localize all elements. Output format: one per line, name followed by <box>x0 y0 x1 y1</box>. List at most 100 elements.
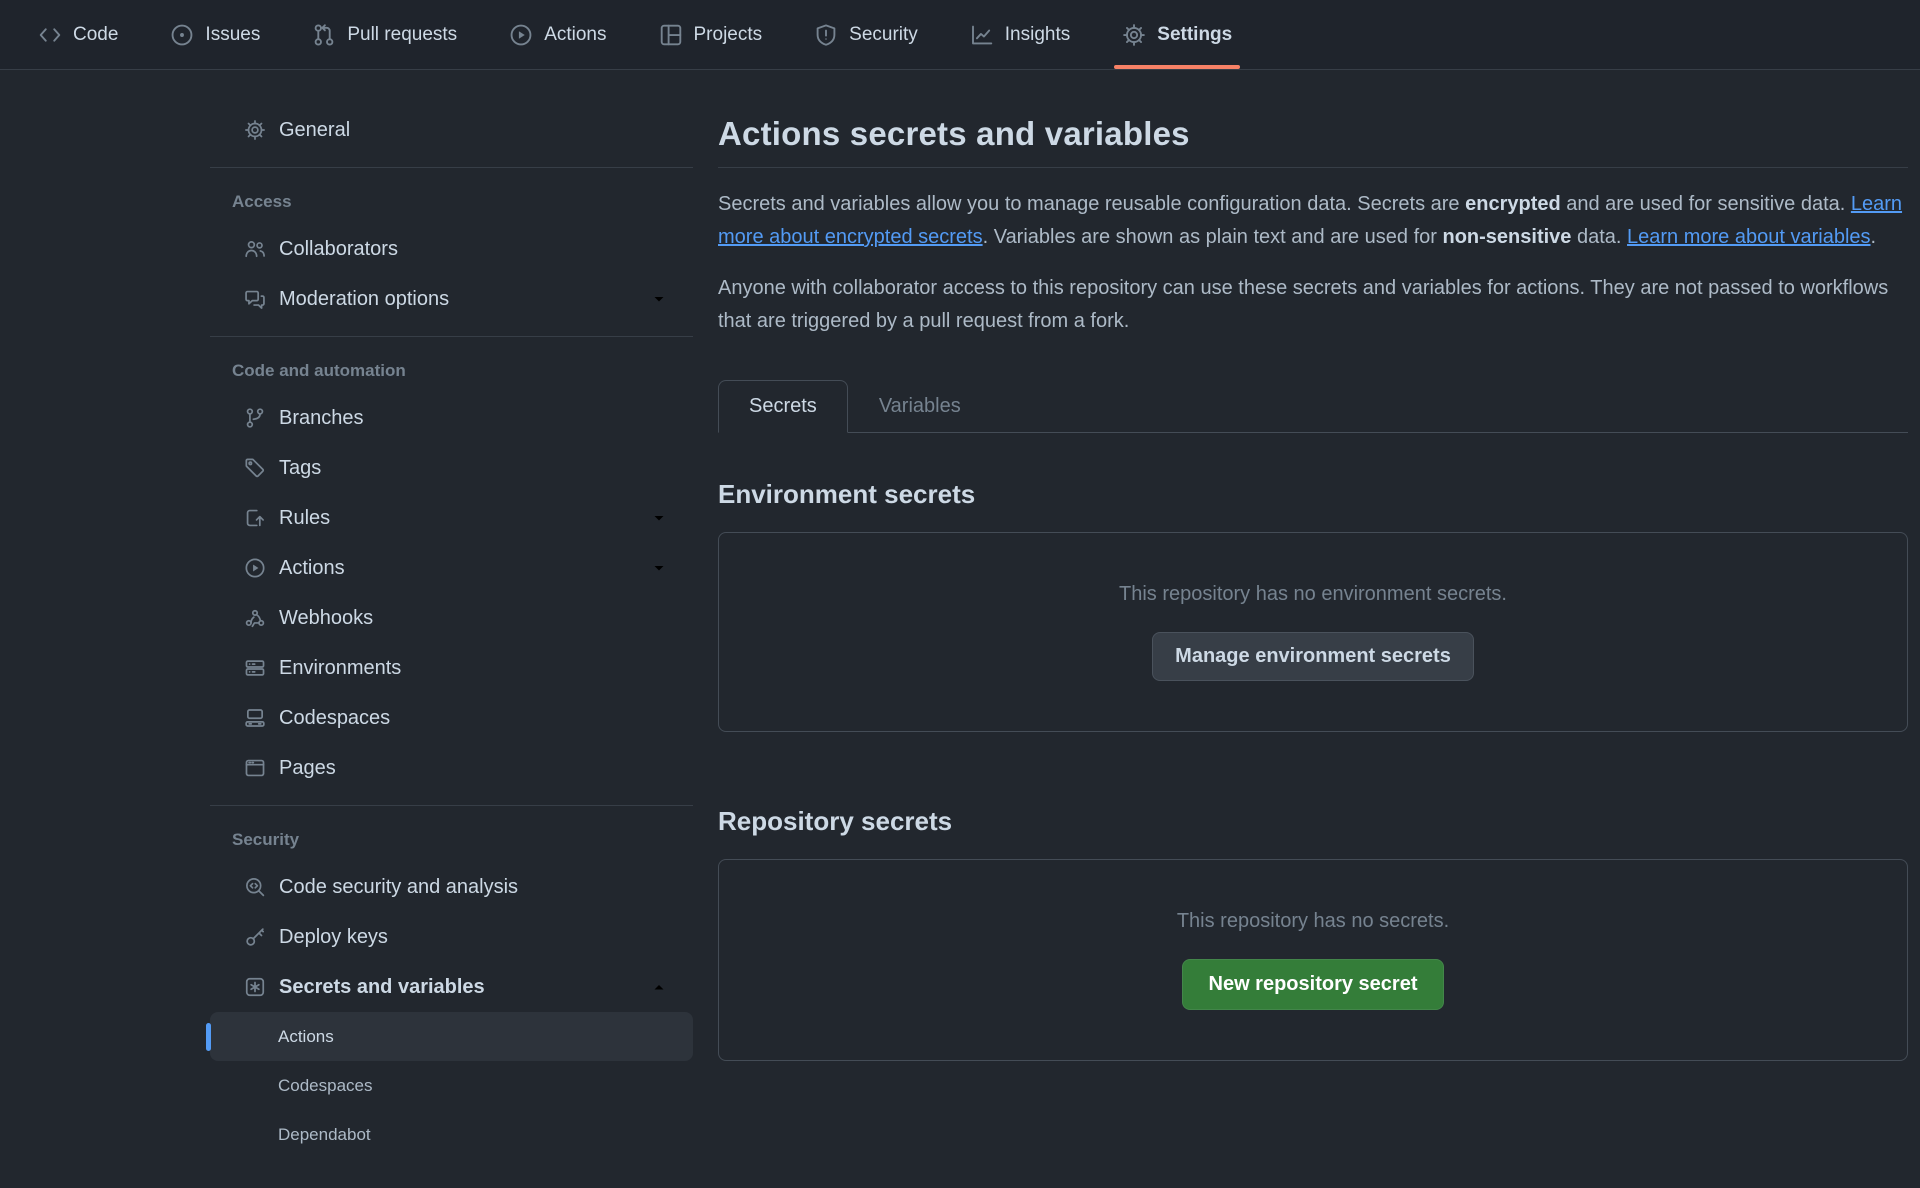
sidebar-item-label: Codespaces <box>279 707 390 730</box>
nav-tab-settings[interactable]: Settings <box>1114 0 1240 69</box>
chevron-down-icon <box>650 509 668 527</box>
sidebar-item-secrets-and-variables[interactable]: Secrets and variables <box>210 962 693 1012</box>
nav-tab-label: Issues <box>205 24 260 46</box>
sidebar-subitem-actions[interactable]: Actions <box>210 1012 693 1061</box>
nav-tab-issues[interactable]: Issues <box>162 0 268 69</box>
sidebar-item-label: Branches <box>279 407 364 430</box>
repository-secrets-heading: Repository secrets <box>718 806 1908 837</box>
nav-tab-security[interactable]: Security <box>806 0 926 69</box>
intro-text-part: data. <box>1571 226 1627 248</box>
nav-tab-label: Settings <box>1157 24 1232 46</box>
chevron-up-icon <box>650 978 668 996</box>
nav-tab-label: Projects <box>694 24 763 46</box>
sidebar-subitem-label: Codespaces <box>278 1076 373 1096</box>
sidebar-divider <box>210 167 693 168</box>
codescan-icon <box>244 876 266 898</box>
chevron-down-icon <box>650 559 668 577</box>
key-icon <box>244 926 266 948</box>
webhook-icon <box>244 607 266 629</box>
chevron-down-icon <box>650 290 668 308</box>
link-learn-more-variables[interactable]: Learn more about variables <box>1627 226 1870 248</box>
issue-opened-icon <box>170 23 194 47</box>
sidebar-divider <box>210 805 693 806</box>
intro-bold-encrypted: encrypted <box>1465 193 1561 215</box>
repo-nav: Code Issues Pull requests Actions Projec… <box>0 0 1920 70</box>
sidebar-item-tags[interactable]: Tags <box>210 443 693 493</box>
sidebar-section-code-and-automation: Code and automation <box>210 349 693 393</box>
settings-sidebar: General Access Collaborators Moderation … <box>210 71 693 1159</box>
intro-text-part: . Variables are shown as plain text and … <box>983 226 1443 248</box>
shield-icon <box>814 23 838 47</box>
repository-secrets-empty-text: This repository has no secrets. <box>1177 910 1449 933</box>
nav-tab-projects[interactable]: Projects <box>651 0 771 69</box>
tab-secrets[interactable]: Secrets <box>718 380 848 433</box>
git-branch-icon <box>244 407 266 429</box>
nav-tab-label: Pull requests <box>347 24 457 46</box>
repository-secrets-empty-box: This repository has no secrets. New repo… <box>718 859 1908 1061</box>
sidebar-item-label: Actions <box>279 557 345 580</box>
key-asterisk-icon <box>244 976 266 998</box>
code-icon <box>38 23 62 47</box>
play-icon <box>509 23 533 47</box>
server-icon <box>244 657 266 679</box>
sidebar-item-rules[interactable]: Rules <box>210 493 693 543</box>
secrets-variables-tabnav: Secrets Variables <box>718 380 1908 433</box>
sidebar-item-label: Collaborators <box>279 238 398 261</box>
intro-text: Secrets and variables allow you to manag… <box>718 188 1908 338</box>
sidebar-subitem-label: Dependabot <box>278 1125 371 1145</box>
sidebar-item-webhooks[interactable]: Webhooks <box>210 593 693 643</box>
sidebar-item-deploy-keys[interactable]: Deploy keys <box>210 912 693 962</box>
table-icon <box>659 23 683 47</box>
sidebar-subitem-label: Actions <box>278 1027 334 1047</box>
sidebar-section-access: Access <box>210 180 693 224</box>
nav-tab-label: Security <box>849 24 918 46</box>
sidebar-item-actions[interactable]: Actions <box>210 543 693 593</box>
sidebar-subitem-dependabot[interactable]: Dependabot <box>210 1110 693 1159</box>
gear-icon <box>244 119 266 141</box>
codespaces-icon <box>244 707 266 729</box>
gear-icon <box>1122 23 1146 47</box>
intro-text-part: . <box>1871 226 1877 248</box>
nav-tab-actions[interactable]: Actions <box>501 0 614 69</box>
sidebar-item-label: Moderation options <box>279 288 449 311</box>
browser-icon <box>244 757 266 779</box>
intro-paragraph-1: Secrets and variables allow you to manag… <box>718 188 1908 254</box>
sidebar-item-label: General <box>279 119 350 142</box>
page-title: Actions secrets and variables <box>718 115 1908 168</box>
nav-tab-pull-requests[interactable]: Pull requests <box>304 0 465 69</box>
main-content: Actions secrets and variables Secrets an… <box>718 71 1908 1061</box>
environment-secrets-empty-text: This repository has no environment secre… <box>1119 583 1507 606</box>
nav-tab-insights[interactable]: Insights <box>962 0 1078 69</box>
tab-variables[interactable]: Variables <box>848 380 992 433</box>
git-pull-request-icon <box>312 23 336 47</box>
sidebar-item-label: Pages <box>279 757 336 780</box>
sidebar-item-pages[interactable]: Pages <box>210 743 693 793</box>
sidebar-item-codespaces[interactable]: Codespaces <box>210 693 693 743</box>
sidebar-item-label: Deploy keys <box>279 926 388 949</box>
sidebar-item-code-security-and-analysis[interactable]: Code security and analysis <box>210 862 693 912</box>
sidebar-section-security: Security <box>210 818 693 862</box>
nav-tab-code[interactable]: Code <box>30 0 126 69</box>
graph-icon <box>970 23 994 47</box>
sidebar-item-collaborators[interactable]: Collaborators <box>210 224 693 274</box>
sidebar-item-environments[interactable]: Environments <box>210 643 693 693</box>
intro-text-part: Secrets and variables allow you to manag… <box>718 193 1465 215</box>
nav-tab-label: Code <box>73 24 118 46</box>
sidebar-divider <box>210 336 693 337</box>
intro-paragraph-2: Anyone with collaborator access to this … <box>718 272 1908 338</box>
nav-tab-label: Actions <box>544 24 606 46</box>
sidebar-item-label: Tags <box>279 457 321 480</box>
sidebar-item-label: Secrets and variables <box>279 976 485 999</box>
environment-secrets-empty-box: This repository has no environment secre… <box>718 532 1908 732</box>
sidebar-item-label: Webhooks <box>279 607 373 630</box>
sidebar-item-branches[interactable]: Branches <box>210 393 693 443</box>
tag-icon <box>244 457 266 479</box>
intro-bold-non-sensitive: non-sensitive <box>1443 226 1572 248</box>
environment-secrets-heading: Environment secrets <box>718 479 1908 510</box>
people-icon <box>244 238 266 260</box>
manage-environment-secrets-button[interactable]: Manage environment secrets <box>1152 632 1474 681</box>
sidebar-item-general[interactable]: General <box>210 105 693 155</box>
sidebar-item-moderation-options[interactable]: Moderation options <box>210 274 693 324</box>
new-repository-secret-button[interactable]: New repository secret <box>1182 959 1445 1010</box>
sidebar-subitem-codespaces[interactable]: Codespaces <box>210 1061 693 1110</box>
